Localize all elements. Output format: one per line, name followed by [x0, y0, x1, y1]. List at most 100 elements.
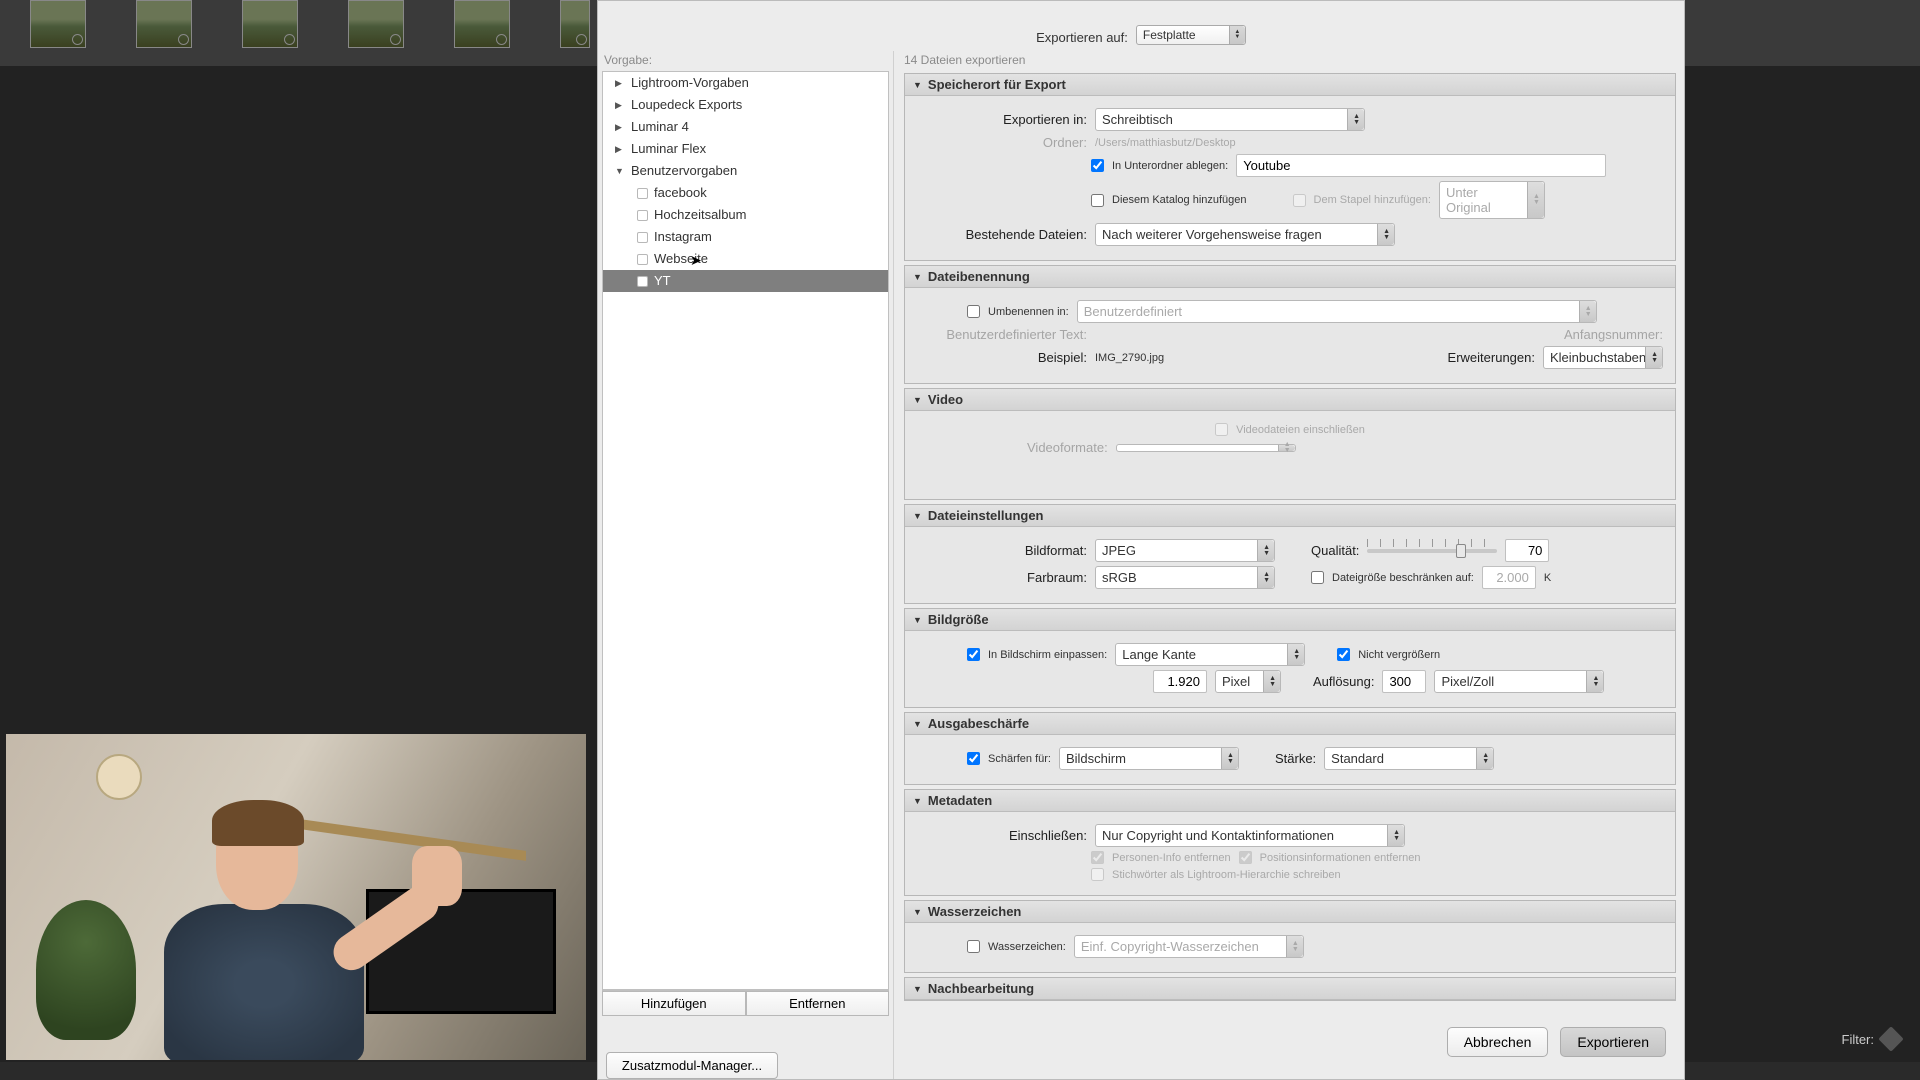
- section-postprocess: ▼Nachbearbeitung: [904, 977, 1676, 1001]
- dropdown-arrows-icon: ▲▼: [1227, 753, 1234, 765]
- subfolder-input[interactable]: [1236, 154, 1606, 177]
- preset-group[interactable]: ▶Luminar 4: [603, 116, 888, 138]
- export-to-value: Festplatte: [1143, 28, 1196, 42]
- triangle-down-icon: ▼: [913, 395, 922, 405]
- sharpen-for-dropdown[interactable]: Bildschirm▲▼: [1059, 747, 1239, 770]
- section-header-video[interactable]: ▼Video: [905, 389, 1675, 411]
- dropdown-arrows-icon: ▲▼: [1263, 572, 1270, 584]
- rename-checkbox[interactable]: [967, 305, 980, 318]
- subfolder-checkbox[interactable]: [1091, 159, 1104, 172]
- startnum-label: Anfangsnummer:: [1564, 327, 1663, 342]
- quality-input[interactable]: [1505, 539, 1549, 562]
- meta-include-dropdown[interactable]: Nur Copyright und Kontaktinformationen▲▼: [1095, 824, 1405, 847]
- rename-dropdown: Benutzerdefiniert▲▼: [1077, 300, 1597, 323]
- section-video: ▼Video Videodateien einschließen Videofo…: [904, 388, 1676, 500]
- resolution-input[interactable]: [1382, 670, 1426, 693]
- filter-flag-icon[interactable]: [1878, 1026, 1903, 1051]
- preset-item-webseite[interactable]: Webseite: [603, 248, 888, 270]
- slider-knob-icon[interactable]: [1456, 544, 1466, 558]
- dropdown-arrows-icon: ▲▼: [1593, 676, 1600, 688]
- watermark-label: Wasserzeichen:: [988, 941, 1066, 953]
- add-preset-button[interactable]: Hinzufügen: [602, 991, 746, 1016]
- section-location: ▼Speicherort für Export Exportieren in: …: [904, 73, 1676, 261]
- limit-input: [1482, 566, 1536, 589]
- presets-tree[interactable]: ▶Lightroom-Vorgaben ▶Loupedeck Exports ▶…: [602, 71, 889, 990]
- dimension-input[interactable]: [1153, 670, 1207, 693]
- preset-group[interactable]: ▶Loupedeck Exports: [603, 94, 888, 116]
- section-header-postprocess[interactable]: ▼Nachbearbeitung: [905, 978, 1675, 1000]
- export-button[interactable]: Exportieren: [1560, 1027, 1666, 1057]
- existing-dropdown[interactable]: Nach weiterer Vorgehensweise fragen▲▼: [1095, 223, 1395, 246]
- resolution-unit-dropdown[interactable]: Pixel/Zoll▲▼: [1434, 670, 1604, 693]
- position-checkbox: [1239, 851, 1252, 864]
- triangle-down-icon: ▼: [913, 80, 922, 90]
- limit-checkbox[interactable]: [1311, 571, 1324, 584]
- fit-checkbox[interactable]: [967, 648, 980, 661]
- watermark-dropdown: Einf. Copyright-Wasserzeichen▲▼: [1074, 935, 1304, 958]
- preset-group-user[interactable]: ▼Benutzervorgaben: [603, 160, 888, 182]
- plugin-manager-button[interactable]: Zusatzmodul-Manager...: [606, 1052, 778, 1079]
- dimension-unit-dropdown[interactable]: Pixel▲▼: [1215, 670, 1281, 693]
- section-header-file[interactable]: ▼Dateieinstellungen: [905, 505, 1675, 527]
- filter-bar: Filter:: [1842, 1030, 1901, 1048]
- meta-include-label: Einschließen:: [917, 828, 1087, 843]
- thumbnail[interactable]: [30, 0, 86, 48]
- existing-label: Bestehende Dateien:: [917, 227, 1087, 242]
- remove-preset-button[interactable]: Entfernen: [746, 991, 890, 1016]
- thumbnail[interactable]: [242, 0, 298, 48]
- checkbox-icon[interactable]: [637, 276, 648, 287]
- section-header-sharpen[interactable]: ▼Ausgabeschärfe: [905, 713, 1675, 735]
- section-header-watermark[interactable]: ▼Wasserzeichen: [905, 901, 1675, 923]
- section-size: ▼Bildgröße In Bildschirm einpassen: Lang…: [904, 608, 1676, 708]
- checkbox-icon[interactable]: [637, 210, 648, 221]
- position-label: Positionsinformationen entfernen: [1260, 852, 1421, 864]
- video-include-checkbox: [1215, 423, 1228, 436]
- triangle-down-icon: ▼: [913, 615, 922, 625]
- checkbox-icon[interactable]: [637, 188, 648, 199]
- limit-unit: K: [1544, 572, 1551, 584]
- preset-group[interactable]: ▶Luminar Flex: [603, 138, 888, 160]
- thumbnail[interactable]: [560, 0, 590, 48]
- checkbox-icon[interactable]: [637, 232, 648, 243]
- thumbnail[interactable]: [454, 0, 510, 48]
- sharpen-checkbox[interactable]: [967, 752, 980, 765]
- webcam-overlay: [6, 734, 586, 1060]
- noenlarge-label: Nicht vergrößern: [1358, 649, 1440, 661]
- section-metadata: ▼Metadaten Einschließen: Nur Copyright u…: [904, 789, 1676, 896]
- export-to-dropdown[interactable]: Festplatte ▲▼: [1136, 25, 1246, 45]
- section-header-naming[interactable]: ▼Dateibenennung: [905, 266, 1675, 288]
- triangle-down-icon: ▼: [913, 719, 922, 729]
- preset-group[interactable]: ▶Lightroom-Vorgaben: [603, 72, 888, 94]
- fit-dropdown[interactable]: Lange Kante▲▼: [1115, 643, 1305, 666]
- noenlarge-checkbox[interactable]: [1337, 648, 1350, 661]
- colorspace-dropdown[interactable]: sRGB▲▼: [1095, 566, 1275, 589]
- video-include-label: Videodateien einschließen: [1236, 424, 1365, 436]
- export-in-dropdown[interactable]: Schreibtisch▲▼: [1095, 108, 1365, 131]
- section-header-metadata[interactable]: ▼Metadaten: [905, 790, 1675, 812]
- preset-item-instagram[interactable]: Instagram: [603, 226, 888, 248]
- preset-item-hochzeitsalbum[interactable]: Hochzeitsalbum: [603, 204, 888, 226]
- video-format-dropdown: ▲▼: [1116, 444, 1296, 452]
- quality-slider[interactable]: [1367, 549, 1497, 553]
- checkbox-icon[interactable]: [637, 254, 648, 265]
- preset-item-yt[interactable]: YT: [603, 270, 888, 292]
- section-header-location[interactable]: ▼Speicherort für Export: [905, 74, 1675, 96]
- ext-dropdown[interactable]: Kleinbuchstaben▲▼: [1543, 346, 1663, 369]
- sharpen-amount-dropdown[interactable]: Standard▲▼: [1324, 747, 1494, 770]
- thumbnail[interactable]: [348, 0, 404, 48]
- format-dropdown[interactable]: JPEG▲▼: [1095, 539, 1275, 562]
- add-catalog-label: Diesem Katalog hinzufügen: [1112, 194, 1247, 206]
- dropdown-arrows-icon: ▲▼: [1229, 26, 1245, 44]
- wall-clock-icon: [96, 754, 142, 800]
- section-header-size[interactable]: ▼Bildgröße: [905, 609, 1675, 631]
- colorspace-label: Farbraum:: [917, 570, 1087, 585]
- stack-label: Dem Stapel hinzufügen:: [1314, 194, 1431, 206]
- limit-label: Dateigröße beschränken auf:: [1332, 572, 1474, 584]
- watermark-checkbox[interactable]: [967, 940, 980, 953]
- keywords-label: Stichwörter als Lightroom-Hierarchie sch…: [1112, 869, 1341, 881]
- preset-item-facebook[interactable]: facebook: [603, 182, 888, 204]
- add-catalog-checkbox[interactable]: [1091, 194, 1104, 207]
- cancel-button[interactable]: Abbrechen: [1447, 1027, 1549, 1057]
- section-sharpen: ▼Ausgabeschärfe Schärfen für: Bildschirm…: [904, 712, 1676, 785]
- thumbnail[interactable]: [136, 0, 192, 48]
